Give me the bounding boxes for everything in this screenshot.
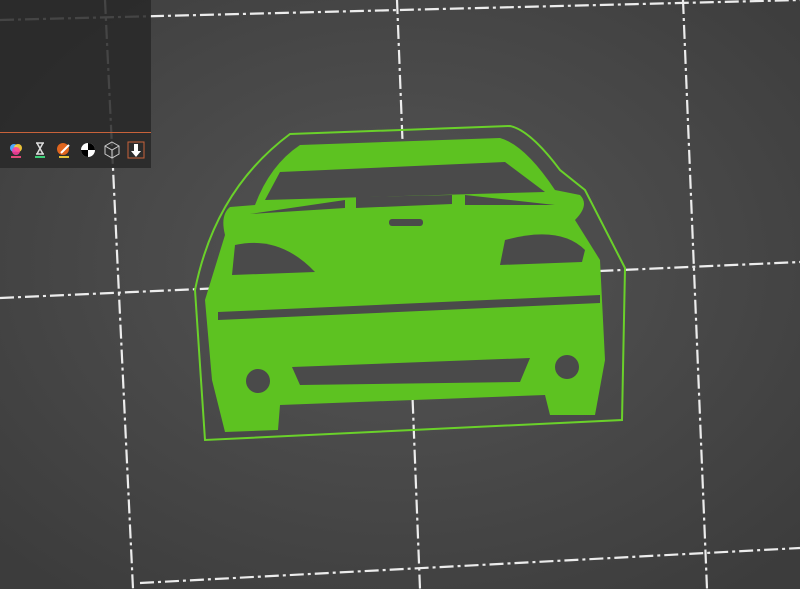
seam-painting-icon — [81, 143, 95, 157]
color-paint-button[interactable] — [6, 140, 26, 160]
drop-to-bed-button[interactable] — [126, 140, 146, 160]
color-paint-icon — [10, 144, 22, 158]
gizmo-toolbar-panel — [0, 0, 151, 168]
seam-painting-button[interactable] — [78, 140, 98, 160]
toolbar — [6, 140, 146, 160]
cut-button[interactable] — [102, 140, 122, 160]
hourglass-icon — [35, 142, 45, 158]
variable-layer-height-button[interactable] — [30, 140, 50, 160]
wireframe-cube-icon — [104, 141, 120, 159]
paint-supports-button[interactable] — [54, 140, 74, 160]
paint-brush-icon — [57, 143, 70, 158]
panel-divider — [0, 132, 151, 133]
drop-to-bed-icon — [127, 141, 145, 159]
